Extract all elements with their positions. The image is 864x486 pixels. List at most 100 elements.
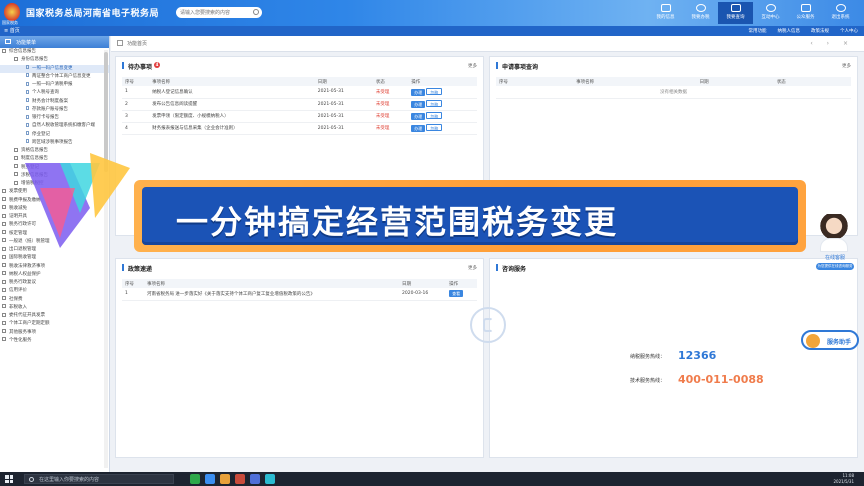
row-name[interactable]: 纳税人登记信息确认 [149,86,315,99]
title-banner: 一分钟搞定经营范围税务变更 [134,180,806,252]
nav-item[interactable]: 我要办税 [683,2,718,24]
sidebar-item[interactable]: 综合信息报告 [0,48,109,56]
sidebar-item[interactable]: 个性化服务 [0,337,109,345]
row-actions: 查看 [446,288,477,301]
policy-more-link[interactable]: 更多 [468,265,477,271]
sidebar-item[interactable]: 税收法律救济事项 [0,263,109,271]
document-icon [26,65,29,69]
sidebar-item-label: 一照一码户清税申报 [32,82,73,87]
quick-link[interactable]: 政策法规 [811,28,829,34]
row-name[interactable]: 发布公告信息阅读提醒 [149,98,315,111]
search-icon[interactable] [253,9,259,15]
sidebar-item[interactable]: 纳税人权益保护 [0,271,109,279]
service-assistant-button[interactable]: 服务助手 [801,330,859,350]
banner-inner: 一分钟搞定经营范围税务变更 [142,187,798,245]
handle-button[interactable]: 办理 [411,113,426,120]
sidebar-item[interactable]: 停业登记 [0,131,109,139]
document-icon [26,122,29,127]
browser-app-icon[interactable] [205,474,215,484]
row-name[interactable]: 财务报表报送与信息采集（企业会计准则） [149,122,315,135]
sidebar-item[interactable]: 存款账户账号报告 [0,106,109,114]
quick-link[interactable]: 纳税人信息 [778,28,801,34]
nav-item[interactable]: 退出系统 [823,2,858,24]
breadcrumb[interactable]: 功能首页 [127,40,147,47]
sidebar-item-label: 停业登记 [32,131,50,137]
taskbar-search[interactable]: 在这里输入你要搜索的内容 [24,474,174,484]
row-name[interactable]: 发票申领（限定额度、小规模纳税人） [149,110,315,123]
column-header: 日期 [696,77,774,86]
todo-more-link[interactable]: 更多 [468,63,477,69]
online-service-widget[interactable]: 在线客服 为您提供在线咨询服务 [812,214,858,284]
folder-app-icon[interactable] [220,474,230,484]
row-date: 2020-03-16 [399,288,447,301]
system-tray-clock[interactable]: 11:08 2021/5/31 [833,473,854,484]
sidebar-item[interactable]: 委托代征开具发票 [0,312,109,320]
sidebar-item[interactable]: 信用评价 [0,287,109,295]
row-name[interactable]: 河南省税务局 进一步落实好《关于落实支持个体工商户复工复业增值税政策的公告》 [143,288,400,301]
ignore-button[interactable]: 忽略 [426,124,443,131]
header-search[interactable] [176,7,262,18]
monitor-icon [695,4,706,12]
windows-start-icon[interactable] [5,475,13,483]
quick-link[interactable]: 个人中心 [840,28,858,34]
column-header: 事项名称 [149,77,315,86]
view-button[interactable]: 查看 [449,290,464,298]
home-tab[interactable]: ≡ 首页 [4,27,20,34]
sidebar-item[interactable]: 银行卡号报告 [0,114,109,122]
taskbar-apps [190,474,275,484]
expand-icon [2,337,6,342]
quick-link[interactable]: 常用功能 [749,28,767,34]
handle-button[interactable]: 办理 [411,101,426,108]
column-header: 序号 [122,77,150,86]
search-input[interactable] [176,7,252,18]
wechat-app-icon[interactable] [190,474,200,484]
sidebar-item[interactable]: 税务行政复议 [0,279,109,287]
nav-item[interactable]: 公众服务 [788,2,823,24]
sidebar-item[interactable]: 财务会计制度备案 [0,98,109,106]
window-controls[interactable]: ‹ › × [810,40,854,47]
ignore-button[interactable]: 忽略 [426,100,443,107]
ignore-button[interactable]: 忽略 [426,112,443,119]
search-icon [730,4,741,12]
policy-title: 政策速递 [122,264,152,273]
nav-item[interactable]: 我的信息 [648,2,683,24]
sidebar-item[interactable]: 两证整合个体工商户信息变更 [0,73,109,81]
taskbar-search-icon [29,477,34,482]
sidebar-header: 功能菜单 [0,36,109,48]
top-header: 国家税务 国家税务总局河南省电子税务局 我的信息我要办税我要查询互动中心公众服务… [0,0,864,26]
sidebar-item[interactable]: 一照一码户信息变更 [0,64,109,73]
handle-button[interactable]: 办理 [411,88,426,96]
sidebar-item[interactable]: 非税收入 [0,304,109,312]
tax-emblem-icon [4,3,20,21]
sidebar-item-label: 综合信息报告 [9,49,36,54]
online-service-pill[interactable]: 为您提供在线咨询服务 [816,263,854,270]
media-app-icon[interactable] [235,474,245,484]
nav-item[interactable]: 我要查询 [718,2,753,24]
expand-icon [14,147,18,152]
online-service-label[interactable]: 在线客服 [814,254,856,261]
app-icon[interactable] [265,474,275,484]
sidebar-item[interactable]: 身份信息报告 [0,56,109,64]
nav-item[interactable]: 互动中心 [753,2,788,24]
sidebar-item-label: 社保费 [9,296,23,302]
sidebar-item[interactable]: 社保费 [0,296,109,304]
row-status: 未受理 [372,122,409,135]
sidebar-item[interactable]: 跨区域涉税事项报告 [0,139,109,147]
document-icon [26,106,29,111]
expand-icon [2,48,6,53]
ignore-button[interactable]: 忽略 [426,87,443,95]
sidebar-item[interactable]: 其他服务事项 [0,329,109,337]
query-more-link[interactable]: 更多 [842,63,851,69]
sidebar-item-label: 跨区域涉税事项报告 [32,139,73,145]
todo-count-badge: 4 [154,62,161,68]
sidebar-item[interactable]: 个人税号查询 [0,89,109,97]
expand-icon [14,172,18,177]
handle-button[interactable]: 办理 [411,125,426,132]
sidebar-item[interactable]: 个体工商户定期定额 [0,320,109,328]
sidebar-item[interactable]: 自然人税收管理系统扣缴客户端 [0,122,109,130]
sidebar-item[interactable]: 一照一码户清税申报 [0,81,109,89]
home-icon[interactable] [117,40,123,46]
app-icon[interactable] [250,474,260,484]
sidebar-item-label: 一照一码户信息变更 [32,65,73,71]
sidebar-item-label: 存款账户账号报告 [32,106,68,112]
